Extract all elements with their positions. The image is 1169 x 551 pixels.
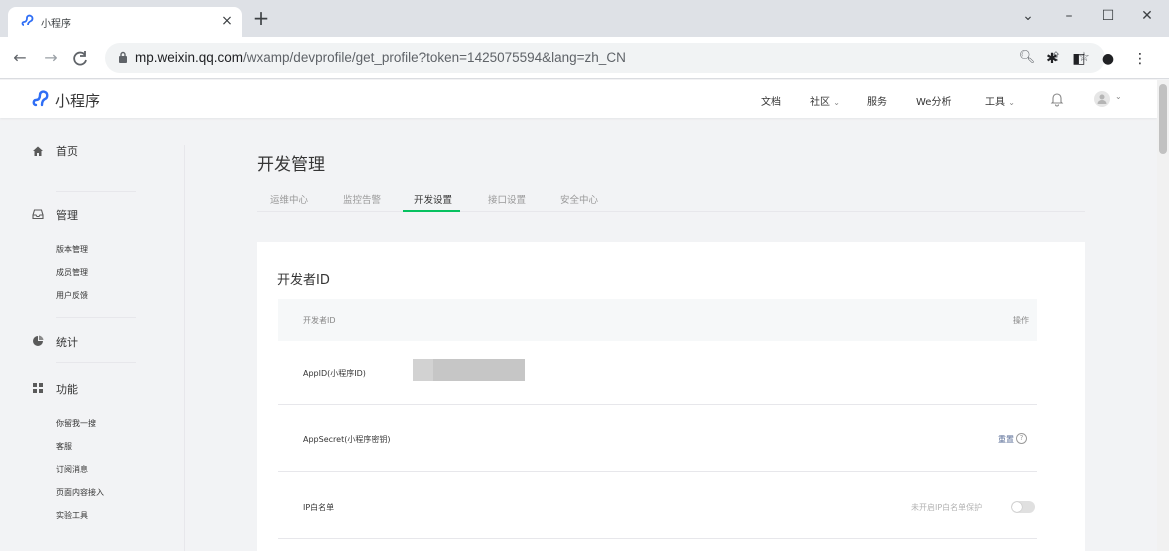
nav-services[interactable]: 服务 <box>867 93 887 108</box>
back-arrow-icon[interactable]: ← <box>10 49 30 69</box>
help-question-icon[interactable]: ? <box>1016 433 1027 444</box>
profile-icon[interactable]: ● <box>1098 49 1118 69</box>
new-tab-button[interactable]: + <box>250 8 272 30</box>
sidebar-separator <box>56 362 136 363</box>
grid-icon <box>33 383 43 393</box>
nav-community[interactable]: 社区 ⌄ <box>810 93 840 108</box>
site-header: 小程序 文档 社区 ⌄ 服务 We分析 工具 ⌄ ⌄ <box>0 80 1157 118</box>
nav-tools[interactable]: 工具 ⌄ <box>985 93 1015 108</box>
url-path: /wxamp/devprofile/get_profile?token=1425… <box>243 50 626 65</box>
miniprogram-logo-icon <box>21 14 34 26</box>
tab-ops-center[interactable]: 运维中心 <box>270 192 308 206</box>
page-scrollbar[interactable] <box>1157 80 1169 551</box>
tab-title: 小程序 <box>41 19 71 30</box>
sidebar-item-members[interactable]: 成员管理 <box>56 267 88 278</box>
appsecret-label: AppSecret(小程序密钥) <box>303 435 391 444</box>
tab-dev-settings[interactable]: 开发设置 <box>414 192 452 206</box>
user-icon <box>1097 94 1107 104</box>
tab-search-icon[interactable]: ⌄ <box>1013 4 1043 28</box>
maximize-button[interactable]: ☐ <box>1093 4 1123 28</box>
menu-kebab-icon[interactable]: ⋮ <box>1130 49 1150 69</box>
active-tab-indicator <box>403 210 460 212</box>
sidebar-item-feedback[interactable]: 用户反馈 <box>56 290 88 301</box>
browser-tab[interactable]: 小程序 × <box>8 7 242 37</box>
column-header-devid: 开发者ID <box>303 316 336 325</box>
close-tab-icon[interactable]: × <box>218 12 236 30</box>
notification-bell-icon[interactable] <box>1050 91 1064 107</box>
url-text[interactable]: mp.weixin.qq.com/wxamp/devprofile/get_pr… <box>135 50 626 65</box>
reset-secret-link[interactable]: 重置 <box>998 434 1014 445</box>
home-icon <box>33 146 43 156</box>
brand-name: 小程序 <box>55 92 101 110</box>
sidebar-item-features[interactable]: 功能 <box>56 381 78 397</box>
side-panel-icon[interactable]: ◧ <box>1069 49 1089 69</box>
tab-monitor-alerts[interactable]: 监控告警 <box>343 192 381 206</box>
inbox-icon <box>32 209 44 220</box>
card-title: 开发者ID <box>277 273 330 288</box>
sidebar-item-home[interactable]: 首页 <box>56 143 78 159</box>
sidebar-item-version[interactable]: 版本管理 <box>56 244 88 255</box>
sidebar-item-subscribe-msg[interactable]: 订阅消息 <box>56 464 88 475</box>
ip-whitelist-status: 未开启IP白名单保护 <box>911 503 983 512</box>
toggle-knob <box>1012 502 1022 512</box>
sidebar-item-stats[interactable]: 统计 <box>56 334 78 350</box>
sidebar-item-feature-1[interactable]: 你留我一搜 <box>56 418 96 429</box>
appid-value-redacted <box>413 359 525 381</box>
user-avatar[interactable] <box>1094 91 1110 107</box>
chevron-down-icon: ⌄ <box>1008 98 1015 107</box>
chevron-down-icon: ⌄ <box>833 98 840 107</box>
table-row-appid: AppID(小程序ID) <box>278 341 1037 405</box>
table-header: 开发者ID 操作 <box>278 299 1037 341</box>
sidebar-item-manage[interactable]: 管理 <box>56 207 78 223</box>
forward-arrow-icon[interactable]: → <box>41 49 61 69</box>
ip-whitelist-label: IP白名单 <box>303 503 335 512</box>
miniprogram-logo-icon <box>32 90 49 107</box>
address-bar[interactable]: mp.weixin.qq.com/wxamp/devprofile/get_pr… <box>105 43 1105 73</box>
zoom-icon[interactable]: 🔍︎ <box>1018 49 1036 67</box>
pie-chart-icon <box>33 335 44 346</box>
ip-whitelist-toggle[interactable] <box>1011 501 1035 513</box>
lock-icon <box>119 51 127 63</box>
close-window-button[interactable]: ✕ <box>1132 4 1162 28</box>
scrollbar-thumb[interactable] <box>1159 84 1167 154</box>
nav-docs[interactable]: 文档 <box>761 93 781 108</box>
tab-api-settings[interactable]: 接口设置 <box>488 192 526 206</box>
chevron-down-icon[interactable]: ⌄ <box>1115 92 1122 101</box>
sidebar-separator <box>56 191 136 192</box>
url-host: mp.weixin.qq.com <box>135 50 244 65</box>
browser-tabstrip: 小程序 × + ⌄ – ☐ ✕ <box>0 0 1169 37</box>
table-row-ip-whitelist: IP白名单 未开启IP白名单保护 <box>278 472 1037 539</box>
sidebar-separator <box>56 317 136 318</box>
sidebar-item-page-content[interactable]: 页面内容接入 <box>56 487 104 498</box>
column-header-action: 操作 <box>1013 316 1029 325</box>
sidebar-item-lab-tools[interactable]: 实验工具 <box>56 510 88 521</box>
extensions-icon[interactable]: ✱ <box>1042 49 1062 69</box>
sidebar: 首页 管理 版本管理 成员管理 用户反馈 统计 功能 你留我一搜 客服 订阅消息… <box>0 119 185 551</box>
sidebar-item-customer-service[interactable]: 客服 <box>56 441 72 452</box>
sub-tabs: 运维中心 监控告警 开发设置 接口设置 安全中心 <box>257 186 1085 212</box>
table-row-appsecret: AppSecret(小程序密钥) 重置 ? <box>278 405 1037 472</box>
tab-security-center[interactable]: 安全中心 <box>560 192 598 206</box>
browser-toolbar: ← → mp.weixin.qq.com/wxamp/devprofile/ge… <box>0 37 1169 79</box>
page-title: 开发管理 <box>257 155 325 175</box>
nav-analytics[interactable]: We分析 <box>916 93 951 108</box>
appid-label: AppID(小程序ID) <box>303 369 366 378</box>
developer-id-card: 开发者ID 开发者ID 操作 AppID(小程序ID) AppSecret(小程… <box>257 242 1085 551</box>
sidebar-divider <box>184 145 185 551</box>
reload-icon[interactable] <box>70 49 90 69</box>
minimize-button[interactable]: – <box>1054 4 1084 28</box>
